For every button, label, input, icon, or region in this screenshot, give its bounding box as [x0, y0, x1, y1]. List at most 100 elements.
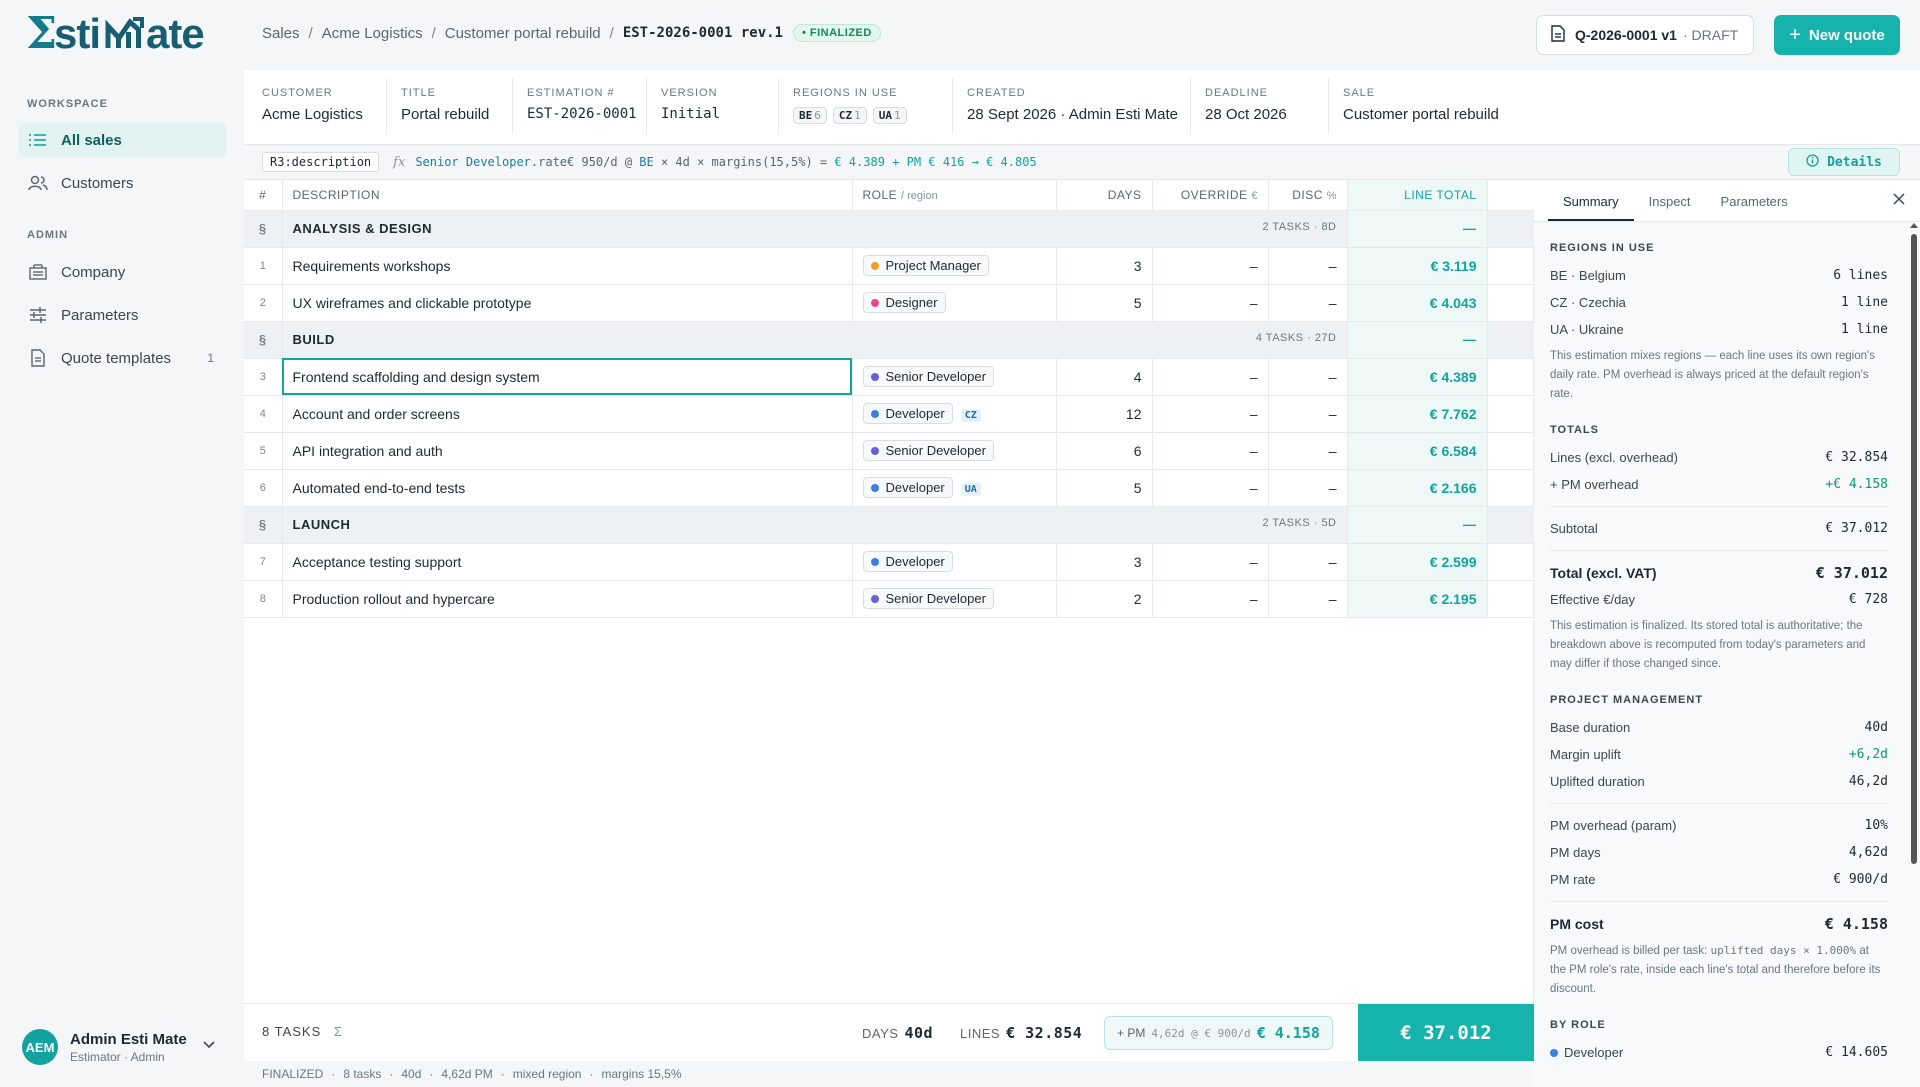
role-cell[interactable]: Project Manager [852, 247, 1057, 285]
table-row[interactable]: 6 Automated end-to-end tests Developer UA… [244, 469, 1535, 507]
description-cell[interactable]: Acceptance testing support [282, 543, 853, 581]
svg-text:ate: ate [146, 10, 204, 56]
col-role[interactable]: ROLE / region [852, 180, 1057, 211]
role-cell[interactable]: Developer CZ [852, 395, 1057, 433]
breadcrumb-sales[interactable]: Sales [262, 25, 300, 42]
panel-scrollbar[interactable] [1908, 223, 1918, 874]
pm-heading: PROJECT MANAGEMENT [1550, 694, 1704, 706]
table-row[interactable]: 8 Production rollout and hypercare Senio… [244, 580, 1535, 618]
days-cell[interactable]: 12 [1056, 395, 1153, 433]
section-row[interactable]: § ANALYSIS & DESIGN 2 TASKS · 8D — [244, 210, 1535, 248]
tab-summary[interactable]: Summary [1548, 194, 1634, 221]
role-chip[interactable]: Senior Developer [862, 440, 994, 461]
section-summary: 4 TASKS · 27D [1255, 332, 1337, 344]
new-quote-button[interactable]: + New quote [1774, 15, 1900, 55]
override-cell[interactable]: – [1152, 469, 1269, 507]
table-row[interactable]: 7 Acceptance testing support Developer 3… [244, 543, 1535, 581]
col-line-total[interactable]: LINE TOTAL [1347, 180, 1488, 211]
description-cell[interactable]: Requirements workshops [282, 247, 853, 285]
user-menu[interactable]: AEM Admin Esti Mate Estimator · Admin [0, 1007, 244, 1087]
days-cell[interactable]: 3 [1056, 543, 1153, 581]
breadcrumb-sale[interactable]: Customer portal rebuild [445, 25, 601, 42]
days-cell[interactable]: 2 [1056, 580, 1153, 618]
section-row[interactable]: § BUILD 4 TASKS · 27D — [244, 321, 1535, 359]
sidebar-item-parameters[interactable]: Parameters [18, 297, 226, 333]
sliders-icon [27, 306, 49, 324]
description-cell[interactable]: Frontend scaffolding and design system [282, 358, 853, 396]
sidebar-item-all-sales[interactable]: All sales [18, 122, 226, 158]
table-row[interactable]: 5 API integration and auth Senior Develo… [244, 432, 1535, 470]
discount-cell[interactable]: – [1268, 358, 1348, 396]
discount-cell[interactable]: – [1268, 247, 1348, 285]
tab-inspect[interactable]: Inspect [1634, 194, 1706, 221]
meta-value: Customer portal rebuild [1343, 106, 1499, 123]
table-row[interactable]: 3 Frontend scaffolding and design system… [244, 358, 1535, 396]
discount-cell[interactable]: – [1268, 580, 1348, 618]
role-chip[interactable]: Project Manager [862, 255, 989, 276]
tab-parameters[interactable]: Parameters [1706, 194, 1803, 221]
role-cell[interactable]: Senior Developer [852, 432, 1057, 470]
days-cell[interactable]: 4 [1056, 358, 1153, 396]
section-row[interactable]: § LAUNCH 2 TASKS · 5D — [244, 506, 1535, 544]
role-chip[interactable]: Designer [862, 292, 946, 313]
days-cell[interactable]: 3 [1056, 247, 1153, 285]
top-bar: Sales / Acme Logistics / Customer portal… [244, 0, 1920, 70]
discount-cell[interactable]: – [1268, 395, 1348, 433]
details-button[interactable]: Details [1788, 148, 1900, 176]
role-cell[interactable]: Senior Developer [852, 580, 1057, 618]
description-cell[interactable]: Automated end-to-end tests [282, 469, 853, 507]
override-cell[interactable]: – [1152, 432, 1269, 470]
role-dot-icon [870, 446, 879, 455]
cell-reference[interactable]: R3:description [262, 152, 380, 172]
role-cell[interactable]: Senior Developer [852, 358, 1057, 396]
sidebar-item-quote-templates[interactable]: Quote templates 1 [18, 340, 226, 376]
override-cell[interactable]: – [1152, 284, 1269, 322]
days-cell[interactable]: 6 [1056, 432, 1153, 470]
override-cell[interactable]: – [1152, 395, 1269, 433]
discount-cell[interactable]: – [1268, 432, 1348, 470]
role-chip[interactable]: Senior Developer [862, 366, 994, 387]
description-cell[interactable]: Production rollout and hypercare [282, 580, 853, 618]
table-row[interactable]: 2 UX wireframes and clickable prototype … [244, 284, 1535, 322]
override-cell[interactable]: – [1152, 580, 1269, 618]
user-name: Admin Esti Mate [70, 1030, 187, 1048]
row-index: 7 [244, 543, 283, 581]
meta-value: 28 Oct 2026 [1205, 106, 1287, 123]
role-cell[interactable]: Designer [852, 284, 1057, 322]
role-cell[interactable]: Developer [852, 543, 1057, 581]
description-cell[interactable]: UX wireframes and clickable prototype [282, 284, 853, 322]
override-cell[interactable]: – [1152, 247, 1269, 285]
sigma-icon[interactable]: Σ [334, 1024, 343, 1039]
col-description[interactable]: DESCRIPTION [282, 180, 853, 211]
description-cell[interactable]: API integration and auth [282, 432, 853, 470]
quote-button[interactable]: Q-2026-0001 v1 · DRAFT [1536, 15, 1754, 55]
role-dot-icon [870, 483, 879, 492]
description-cell[interactable]: Account and order screens [282, 395, 853, 433]
sidebar-item-company[interactable]: Company [18, 254, 226, 290]
discount-cell[interactable]: – [1268, 284, 1348, 322]
meta-label: REGIONS IN USE [793, 87, 898, 99]
discount-cell[interactable]: – [1268, 543, 1348, 581]
role-chip[interactable]: Developer [862, 477, 953, 498]
col-days[interactable]: DAYS [1056, 180, 1153, 211]
table-row[interactable]: 1 Requirements workshops Project Manager… [244, 247, 1535, 285]
discount-cell[interactable]: – [1268, 469, 1348, 507]
scrollbar-thumb[interactable] [1911, 234, 1917, 864]
app-logo[interactable]: Σ sti ate [26, 10, 251, 56]
role-chip[interactable]: Developer [862, 403, 953, 424]
col-override[interactable]: OVERRIDE € [1152, 180, 1269, 211]
role-chip[interactable]: Developer [862, 551, 953, 572]
role-cell[interactable]: Developer UA [852, 469, 1057, 507]
chevron-down-icon[interactable] [202, 1037, 216, 1053]
role-dot-icon [870, 594, 879, 603]
table-row[interactable]: 4 Account and order screens Developer CZ … [244, 395, 1535, 433]
days-cell[interactable]: 5 [1056, 284, 1153, 322]
col-discount[interactable]: DISC % [1268, 180, 1348, 211]
close-icon[interactable] [1892, 192, 1906, 209]
days-cell[interactable]: 5 [1056, 469, 1153, 507]
override-cell[interactable]: – [1152, 358, 1269, 396]
override-cell[interactable]: – [1152, 543, 1269, 581]
role-chip[interactable]: Senior Developer [862, 588, 994, 609]
sidebar-item-customers[interactable]: Customers [18, 165, 226, 201]
breadcrumb-customer[interactable]: Acme Logistics [322, 25, 423, 42]
